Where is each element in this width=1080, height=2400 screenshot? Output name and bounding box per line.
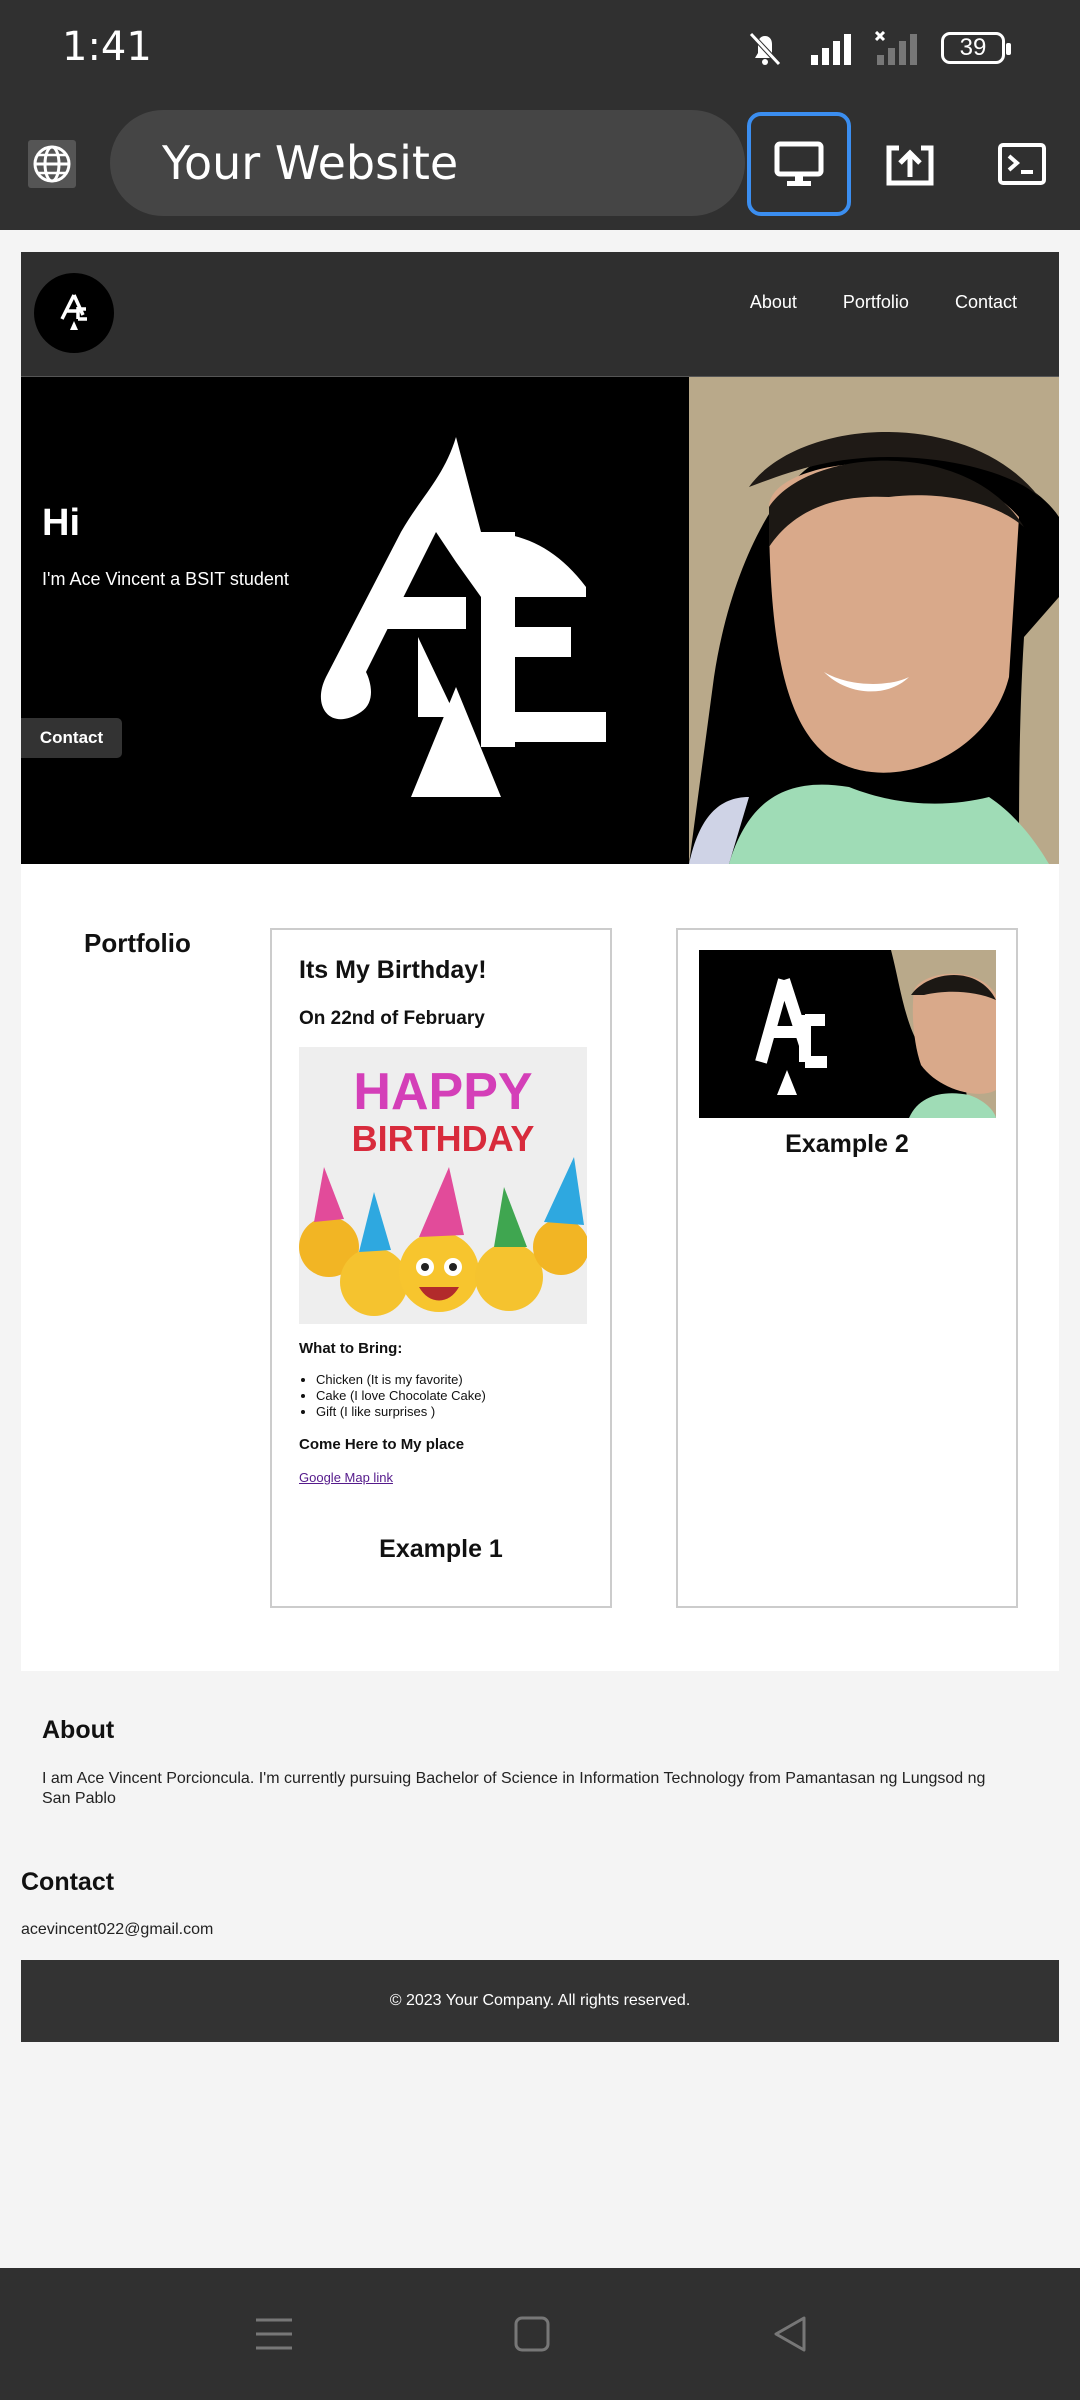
card-bring-list: Chicken (It is my favorite) Cake (I love… xyxy=(316,1372,486,1420)
nav-link-about[interactable]: About xyxy=(750,292,797,313)
google-map-link[interactable]: Google Map link xyxy=(299,1470,393,1485)
portfolio-title: Portfolio xyxy=(84,928,191,958)
share-button[interactable] xyxy=(858,112,962,216)
portfolio-card-example-1[interactable]: Its My Birthday! On 22nd of February HAP… xyxy=(270,928,612,1608)
birthday-image: HAPPY BIRTHDAY xyxy=(299,1047,587,1324)
about-section: About I am Ace Vincent Porcioncula. I'm … xyxy=(42,1716,1002,1809)
about-text: I am Ace Vincent Porcioncula. I'm curren… xyxy=(42,1770,986,1807)
card-title: Its My Birthday! xyxy=(299,956,487,984)
terminal-icon xyxy=(998,143,1046,185)
example-2-image xyxy=(699,950,996,1118)
hero-title: Hi xyxy=(42,502,80,544)
signal-no-service-icon xyxy=(875,31,917,65)
console-button[interactable] xyxy=(970,112,1074,216)
ace-logo-icon xyxy=(60,294,87,330)
portfolio-card-example-2[interactable]: Example 2 xyxy=(676,928,1018,1608)
monitor-icon xyxy=(774,141,824,186)
battery-indicator: 39 xyxy=(941,32,1011,64)
site-footer: © 2023 Your Company. All rights reserved… xyxy=(21,1960,1059,2042)
card-come-title: Come Here to My place xyxy=(299,1436,465,1453)
globe-icon[interactable] xyxy=(28,140,76,188)
desktop-mode-button[interactable] xyxy=(747,112,851,216)
list-item: Chicken (It is my favorite) xyxy=(316,1372,486,1388)
card-date: On 22nd of February xyxy=(299,1008,485,1029)
hero-contact-button[interactable]: Contact xyxy=(21,718,122,758)
signal-icon xyxy=(811,34,851,65)
ace-spade-logo xyxy=(320,437,606,797)
card-bring-title: What to Bring: xyxy=(299,1340,403,1357)
about-title: About xyxy=(42,1716,115,1744)
card-label: Example 2 xyxy=(785,1130,909,1158)
status-time: 1:41 xyxy=(62,24,152,70)
contact-title: Contact xyxy=(21,1868,115,1896)
card-label: Example 1 xyxy=(379,1535,503,1563)
birthday-image-birthday: BIRTHDAY xyxy=(352,1118,535,1159)
list-item: Cake (I love Chocolate Cake) xyxy=(316,1388,486,1404)
website: About Portfolio Contact Hi I'm Ace Vince… xyxy=(21,252,1059,1671)
browser-top-bar: 1:41 39 Your Website xyxy=(0,0,1080,230)
nav-link-portfolio[interactable]: Portfolio xyxy=(843,292,909,313)
birthday-image-happy: HAPPY xyxy=(353,1063,532,1121)
contact-email: acevincent022@gmail.com xyxy=(21,1921,214,1938)
upload-icon xyxy=(886,145,934,186)
system-nav-bar xyxy=(0,2268,1080,2400)
home-icon[interactable] xyxy=(510,2312,554,2356)
portfolio-section: Portfolio Its My Birthday! On 22nd of Fe… xyxy=(21,864,1059,1671)
muted-bell-icon xyxy=(749,32,781,66)
profile-photo xyxy=(689,377,1059,864)
address-bar[interactable]: Your Website xyxy=(110,110,745,216)
contact-section: Contact acevincent022@gmail.com xyxy=(21,1868,213,1939)
site-logo[interactable] xyxy=(34,273,114,353)
hero-subtitle: I'm Ace Vincent a BSIT student xyxy=(42,569,289,589)
menu-icon[interactable] xyxy=(252,2312,296,2356)
back-icon[interactable] xyxy=(768,2312,812,2356)
address-bar-text: Your Website xyxy=(162,136,459,190)
site-header: About Portfolio Contact xyxy=(21,252,1059,377)
status-icons: 39 xyxy=(743,28,1011,68)
hero-section: Hi I'm Ace Vincent a BSIT student Contac… xyxy=(21,377,1059,864)
nav-link-contact[interactable]: Contact xyxy=(955,292,1017,313)
site-nav-links: About Portfolio Contact xyxy=(750,292,1017,313)
list-item: Gift (I like surprises ) xyxy=(316,1404,486,1420)
